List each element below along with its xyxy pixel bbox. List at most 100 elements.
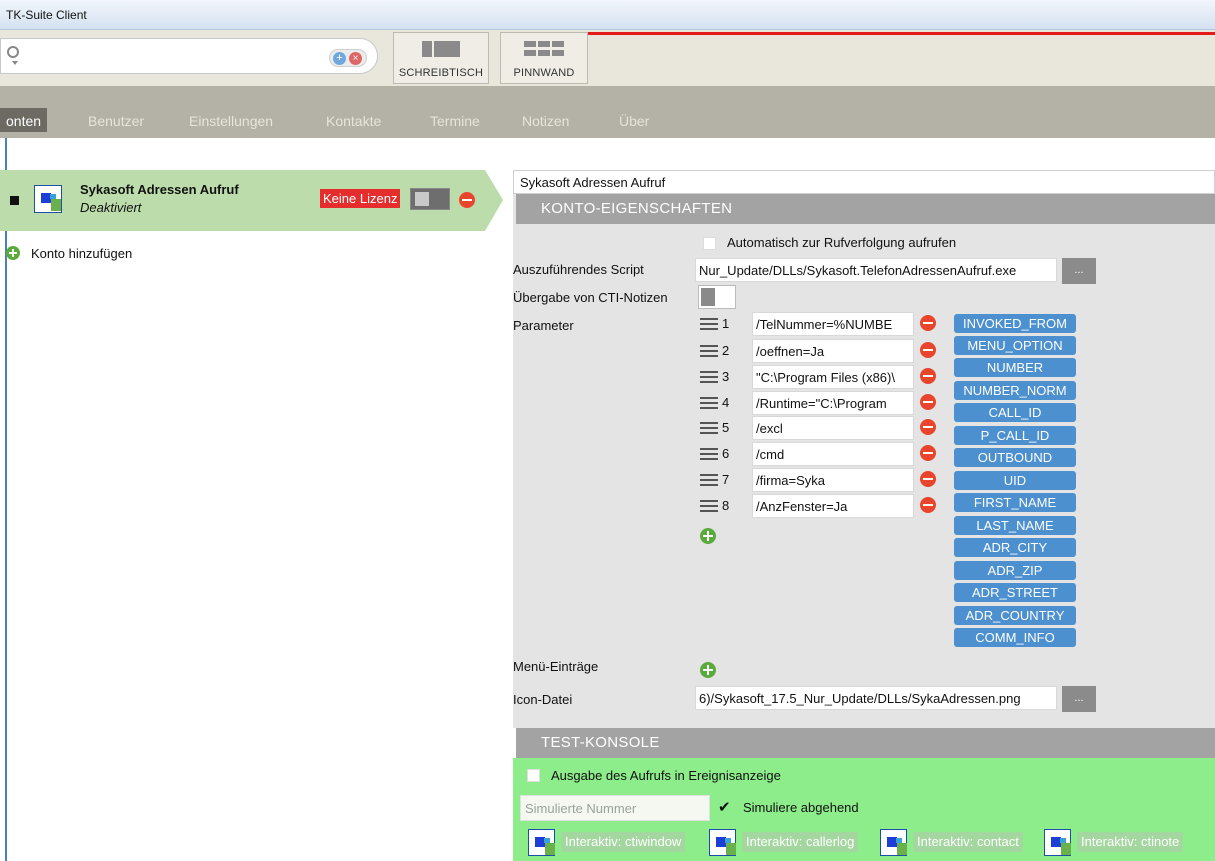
parameter-label: Parameter	[513, 318, 574, 333]
tab-termine[interactable]: Termine	[424, 108, 486, 132]
icon-file-label: Icon-Datei	[513, 692, 573, 707]
parameter-number: 4	[722, 395, 730, 410]
output-label: Ausgabe des Aufrufs in Ereignisanzeige	[551, 768, 781, 783]
variable-tag[interactable]: CALL_ID	[954, 403, 1076, 422]
drag-handle-icon[interactable]	[700, 474, 718, 486]
tab-konten[interactable]: onten	[0, 108, 48, 132]
remove-parameter-icon[interactable]	[920, 471, 936, 487]
variable-tag[interactable]: NUMBER	[954, 358, 1076, 377]
account-title-field[interactable]: Sykasoft Adressen Aufruf	[513, 170, 1215, 194]
parameter-input[interactable]: /Runtime="C:\Program	[752, 391, 914, 415]
variable-tag[interactable]: ADR_COUNTRY	[954, 606, 1076, 625]
variable-tag[interactable]: ADR_CITY	[954, 538, 1076, 557]
test-console-header: TEST-KONSOLE	[516, 728, 1215, 758]
variable-tag[interactable]: LAST_NAME	[954, 516, 1076, 535]
variable-tag[interactable]: MENU_OPTION	[954, 336, 1076, 355]
account-item[interactable]: Sykasoft Adressen Aufruf Deaktiviert Kei…	[0, 170, 485, 231]
browse-icon-button[interactable]: ...	[1062, 686, 1096, 712]
browse-script-button[interactable]: ...	[1062, 258, 1096, 284]
variable-tag[interactable]: NUMBER_NORM	[954, 381, 1076, 400]
app-icon	[1044, 829, 1071, 856]
add-account-label[interactable]: Konto hinzufügen	[31, 246, 132, 261]
add-menu-entry-icon[interactable]	[700, 662, 716, 678]
interactive-button-label[interactable]: Interaktiv: ctiwindow	[561, 832, 686, 852]
search-input[interactable]: + ×	[0, 38, 378, 74]
remove-parameter-icon[interactable]	[920, 419, 936, 435]
parameter-input[interactable]: /firma=Syka	[752, 468, 914, 492]
remove-parameter-icon[interactable]	[920, 394, 936, 410]
app-icon	[880, 829, 907, 856]
variable-tag[interactable]: ADR_STREET	[954, 583, 1076, 602]
drag-handle-icon[interactable]	[700, 500, 718, 512]
variable-tag[interactable]: COMM_INFO	[954, 628, 1076, 647]
variable-tag[interactable]: UID	[954, 471, 1076, 490]
accent-line	[588, 32, 1215, 35]
variable-tag[interactable]: ADR_ZIP	[954, 561, 1076, 580]
remove-parameter-icon[interactable]	[920, 368, 936, 384]
pinboard-view-label: PINNWAND	[513, 67, 575, 79]
search-actions[interactable]: + ×	[329, 49, 367, 67]
variable-tag[interactable]: P_CALL_ID	[954, 426, 1076, 445]
chevron-down-icon[interactable]	[12, 61, 18, 65]
parameter-input[interactable]: /AnzFenster=Ja	[752, 494, 914, 518]
desk-view-button[interactable]: SCHREIBTISCH	[393, 32, 489, 84]
tab-kontakte[interactable]: Kontakte	[320, 108, 387, 132]
auto-call-checkbox[interactable]	[703, 237, 716, 250]
parameter-input[interactable]: /cmd	[752, 442, 914, 466]
desk-view-label: SCHREIBTISCH	[398, 67, 484, 79]
checkmark-icon[interactable]: ✔	[718, 798, 731, 816]
parameter-input[interactable]: /oeffnen=Ja	[752, 339, 914, 363]
interactive-button-label[interactable]: Interaktiv: contact	[913, 832, 1023, 852]
icon-file-field[interactable]: 6)/Sykasoft_17.5_Nur_Update/DLLs/SykaAdr…	[695, 686, 1057, 710]
remove-parameter-icon[interactable]	[920, 342, 936, 358]
variable-tag[interactable]: INVOKED_FROM	[954, 314, 1076, 333]
account-status: Deaktiviert	[80, 200, 142, 215]
interactive-button-label[interactable]: Interaktiv: ctinote	[1077, 832, 1184, 852]
plus-icon[interactable]	[6, 246, 20, 260]
drag-handle-icon[interactable]	[10, 196, 19, 205]
app-icon	[709, 829, 736, 856]
title-bar: TK-Suite Client	[0, 0, 1215, 30]
interactive-button-label[interactable]: Interaktiv: callerlog	[742, 832, 859, 852]
parameter-number: 5	[722, 420, 730, 435]
parameter-input[interactable]: "C:\Program Files (x86)\	[752, 365, 914, 389]
pinboard-view-button[interactable]: PINNWAND	[500, 32, 588, 84]
simulated-number-input[interactable]: Simulierte Nummer	[520, 795, 710, 821]
add-parameter-icon[interactable]	[700, 528, 716, 544]
drag-handle-icon[interactable]	[700, 345, 718, 357]
tab-benutzer[interactable]: Benutzer	[82, 108, 150, 132]
remove-parameter-icon[interactable]	[920, 445, 936, 461]
drag-handle-icon[interactable]	[700, 318, 718, 330]
tab-ueber[interactable]: Über	[613, 108, 655, 132]
tab-einstellungen[interactable]: Einstellungen	[183, 108, 279, 132]
script-path-field[interactable]: Nur_Update/DLLs/Sykasoft.TelefonAdressen…	[695, 258, 1057, 282]
drag-handle-icon[interactable]	[700, 397, 718, 409]
parameter-number: 6	[722, 446, 730, 461]
clear-icon[interactable]: ×	[349, 52, 362, 65]
left-border	[5, 138, 7, 861]
parameter-number: 8	[722, 498, 730, 513]
parameter-input[interactable]: /TelNummer=%NUMBE	[752, 312, 914, 336]
variable-tag[interactable]: FIRST_NAME	[954, 493, 1076, 512]
output-checkbox[interactable]	[527, 769, 540, 782]
drag-handle-icon[interactable]	[700, 422, 718, 434]
parameter-input[interactable]: /excl	[752, 416, 914, 440]
add-icon[interactable]: +	[333, 52, 346, 65]
drag-handle-icon[interactable]	[700, 448, 718, 460]
section-header: KONTO-EIGENSCHAFTEN	[516, 194, 1215, 224]
search-icon[interactable]	[7, 46, 19, 58]
auto-call-label: Automatisch zur Rufverfolgung aufrufen	[727, 235, 957, 250]
toolbar: + × SCHREIBTISCH PINNWAND	[0, 30, 1215, 86]
tab-notizen[interactable]: Notizen	[516, 108, 575, 132]
cti-notes-label: Übergabe von CTI-Notizen	[513, 290, 668, 305]
test-console: Ausgabe des Aufrufs in Ereignisanzeige S…	[513, 758, 1215, 861]
main-tabs: onten Benutzer Einstellungen Kontakte Te…	[0, 86, 1215, 138]
remove-parameter-icon[interactable]	[920, 315, 936, 331]
cti-notes-toggle[interactable]	[698, 285, 736, 309]
drag-handle-icon[interactable]	[700, 371, 718, 383]
account-toggle[interactable]	[410, 188, 450, 210]
account-properties-panel: KONTO-EIGENSCHAFTEN Automatisch zur Rufv…	[513, 194, 1215, 728]
remove-parameter-icon[interactable]	[920, 497, 936, 513]
variable-tag[interactable]: OUTBOUND	[954, 448, 1076, 467]
remove-account-icon[interactable]	[459, 192, 475, 208]
